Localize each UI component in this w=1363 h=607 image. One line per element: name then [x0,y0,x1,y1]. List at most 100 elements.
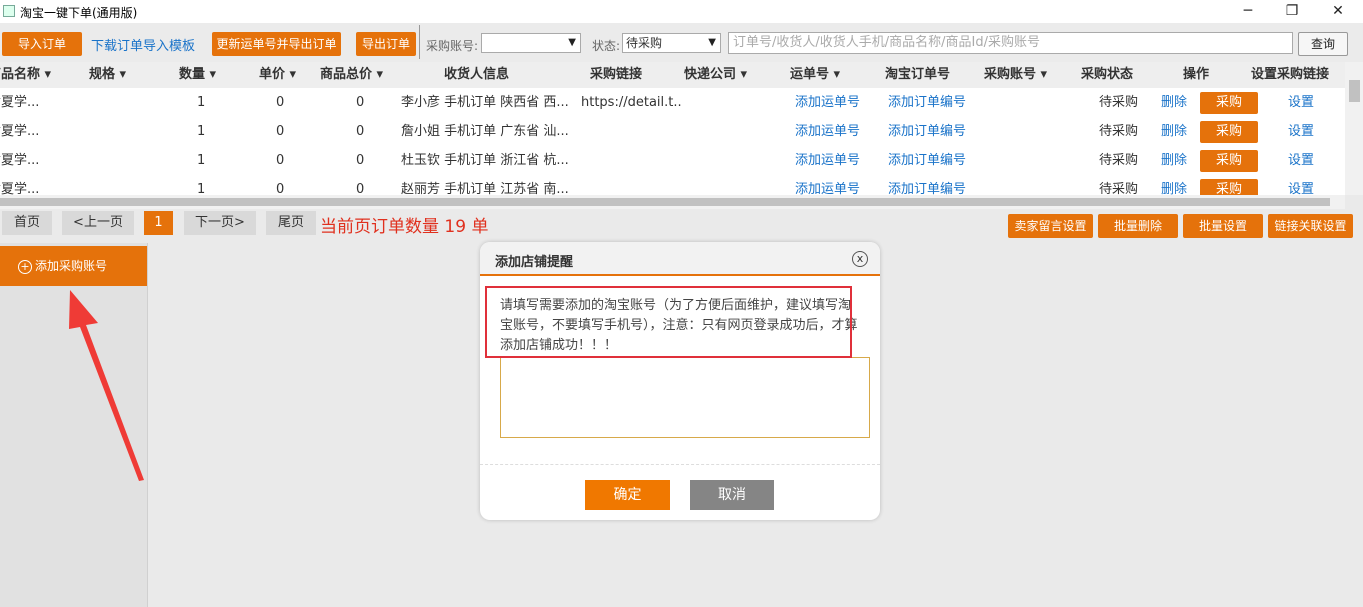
account-textarea[interactable] [500,357,870,438]
account-select[interactable]: ▼ [481,33,581,53]
chevron-down-icon: ▼ [568,37,576,48]
table-row[interactable]: 女夏学... 1 0 0 杜玉钦 手机订单 浙江省 杭... 添加运单号 添加订… [0,146,1345,176]
annotation-arrow [69,290,144,481]
col-status: 采购状态 [1081,67,1134,82]
table-row[interactable]: 女夏学... 1 0 0 詹小姐 手机订单 广东省 汕... 添加运单号 添加订… [0,117,1345,147]
col-price[interactable]: 单价 ▾ [259,62,319,88]
plus-circle-icon: + [18,260,32,274]
minimize-button[interactable]: ─ [1238,2,1258,20]
col-link: 采购链接 [590,67,643,82]
col-spec[interactable]: 规格 ▾ [89,62,149,88]
last-page-button[interactable]: 尾页 [266,211,316,235]
cell-qty: 1 [197,124,206,139]
purchase-button[interactable]: 采购 [1200,121,1258,143]
vertical-scroll-thumb[interactable] [1349,80,1360,102]
toolbar-divider [419,25,420,59]
add-tracking-link[interactable]: 添加运单号 [795,88,860,117]
add-order-number-link[interactable]: 添加订单编号 [888,88,966,117]
delete-link[interactable]: 删除 [1161,117,1187,146]
window-title: 淘宝一键下单(通用版) [20,6,138,20]
horizontal-scroll-thumb[interactable] [0,198,1330,206]
dialog-title: 添加店铺提醒 [495,255,574,270]
app-icon [3,5,15,17]
cell-price: 0 [276,95,285,110]
chevron-down-icon: ▼ [708,37,716,48]
close-window-button[interactable]: ✕ [1328,2,1348,20]
cell-qty: 1 [197,182,206,195]
cell-name: 女夏学... [0,153,40,168]
cell-status: 待采购 [1099,182,1139,195]
current-page[interactable]: 1 [144,211,173,235]
order-count-text: 当前页订单数量 19 单 [320,217,489,237]
update-export-button[interactable]: 更新运单号并导出订单 [212,32,341,56]
cell-link: https://detail.t... [581,95,681,110]
cell-status: 待采购 [1099,95,1139,110]
download-template-link[interactable]: 下载订单导入模板 [91,35,195,54]
query-button[interactable]: 查询 [1298,32,1348,56]
add-account-button[interactable]: + 添加采购账号 [0,246,147,286]
col-express[interactable]: 快递公司 ▾ [684,62,774,88]
cell-status: 待采购 [1099,153,1139,168]
col-qty[interactable]: 数量 ▾ [179,62,239,88]
col-tb-order: 淘宝订单号 [885,67,951,82]
dialog-divider [480,464,880,465]
next-page-button[interactable]: 下一页> [184,211,256,235]
delete-link[interactable]: 删除 [1161,175,1187,195]
cell-price: 0 [276,124,285,139]
cell-receiver: 李小彦 手机订单 陕西省 西... [401,95,569,110]
set-link[interactable]: 设置 [1288,146,1314,175]
cell-price: 0 [276,153,285,168]
purchase-button[interactable]: 采购 [1200,92,1258,114]
col-total[interactable]: 商品总价 ▾ [320,62,400,88]
cell-total: 0 [356,153,365,168]
purchase-button[interactable]: 采购 [1200,179,1258,195]
table-row[interactable]: 女夏学... 1 0 0 李小彦 手机订单 陕西省 西... https://d… [0,88,1345,118]
add-order-number-link[interactable]: 添加订单编号 [888,117,966,146]
cancel-button[interactable]: 取消 [690,480,774,510]
cell-qty: 1 [197,95,206,110]
col-name[interactable]: 商品名称 ▾ [0,62,62,88]
add-tracking-link[interactable]: 添加运单号 [795,146,860,175]
cell-status: 待采购 [1099,124,1139,139]
restore-button[interactable]: ❐ [1282,2,1302,20]
table-header: 商品名称 ▾ 规格 ▾ 数量 ▾ 单价 ▾ 商品总价 ▾ 收货人信息 采购链接 … [0,62,1345,88]
cell-price: 0 [276,182,285,195]
cell-total: 0 [356,124,365,139]
add-order-number-link[interactable]: 添加订单编号 [888,146,966,175]
cell-total: 0 [356,182,365,195]
status-select-value: 待采购 [626,36,663,50]
delete-link[interactable]: 删除 [1161,88,1187,117]
col-tracking[interactable]: 运单号 ▾ [790,62,860,88]
purchase-button[interactable]: 采购 [1200,150,1258,172]
col-set-link: 设置采购链接 [1251,67,1330,82]
prev-page-button[interactable]: <上一页 [62,211,134,235]
status-select[interactable]: 待采购 ▼ [622,33,721,53]
add-tracking-link[interactable]: 添加运单号 [795,117,860,146]
cell-name: 女夏学... [0,124,40,139]
delete-link[interactable]: 删除 [1161,146,1187,175]
set-link[interactable]: 设置 [1288,117,1314,146]
confirm-button[interactable]: 确定 [585,480,670,510]
first-page-button[interactable]: 首页 [2,211,52,235]
col-receiver: 收货人信息 [444,67,510,82]
export-order-button[interactable]: 导出订单 [356,32,416,56]
cell-name: 女夏学... [0,95,40,110]
batch-delete-button[interactable]: 批量删除 [1098,214,1178,238]
add-tracking-link[interactable]: 添加运单号 [795,175,860,195]
col-account[interactable]: 采购账号 ▾ [984,62,1064,88]
add-order-number-link[interactable]: 添加订单编号 [888,175,966,195]
table-row[interactable]: 女夏学... 1 0 0 赵丽芳 手机订单 江苏省 南... 添加运单号 添加订… [0,175,1345,196]
add-shop-dialog: 添加店铺提醒 x 请填写需要添加的淘宝账号（为了方便后面维护，建议填写淘宝账号，… [480,242,880,520]
cell-name: 女夏学... [0,182,40,195]
close-icon[interactable]: x [852,251,868,267]
batch-set-button[interactable]: 批量设置 [1183,214,1263,238]
cell-total: 0 [356,95,365,110]
set-link[interactable]: 设置 [1288,88,1314,117]
search-input[interactable]: 订单号/收货人/收货人手机/商品名称/商品Id/采购账号 [728,32,1293,54]
highlight-box [485,286,852,358]
set-link[interactable]: 设置 [1288,175,1314,195]
seller-note-button[interactable]: 卖家留言设置 [1008,214,1093,238]
account-label: 采购账号: [426,39,479,53]
link-set-button[interactable]: 链接关联设置 [1268,214,1353,238]
import-order-button[interactable]: 导入订单 [2,32,82,56]
